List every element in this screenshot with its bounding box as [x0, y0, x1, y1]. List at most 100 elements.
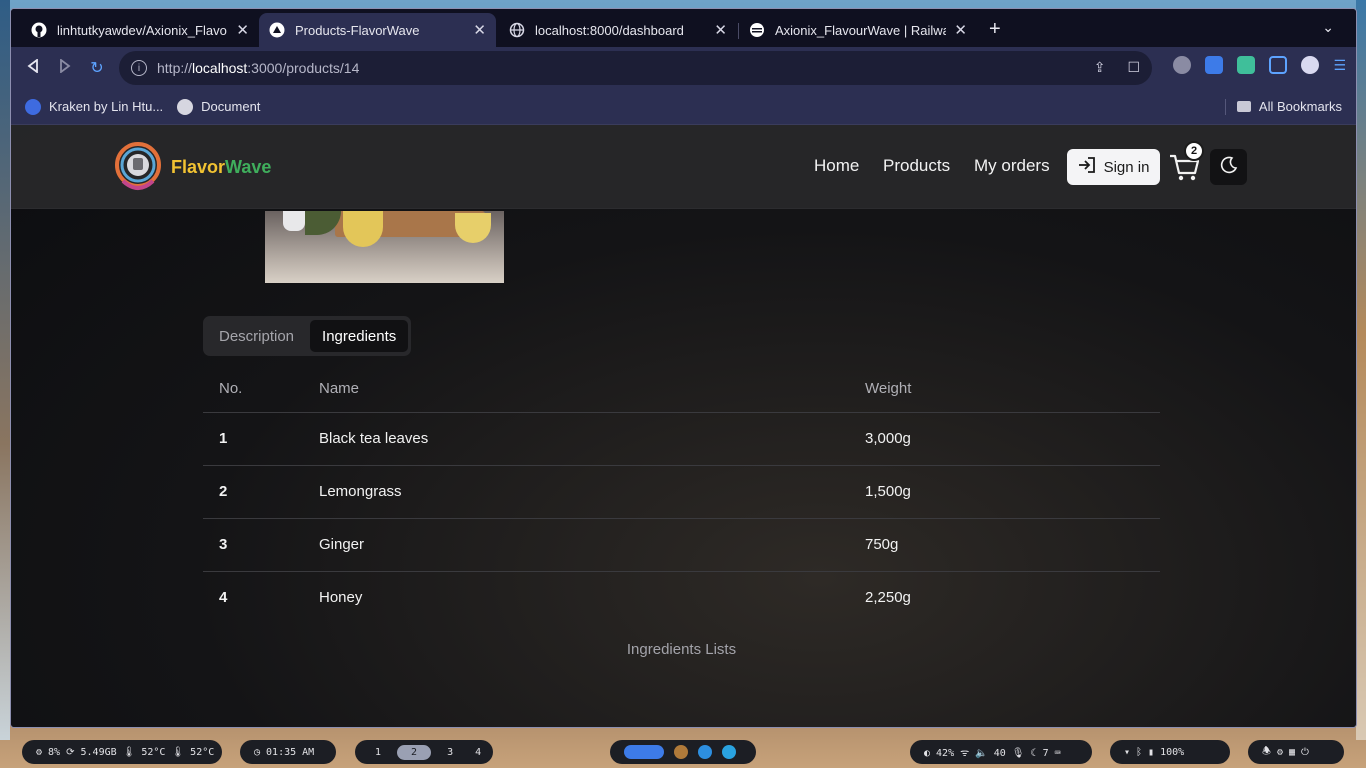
table-row: 2 Lemongrass 1,500g	[203, 465, 1160, 519]
row-weight: 750g	[849, 518, 1160, 572]
info-icon[interactable]: i	[131, 60, 147, 76]
row-weight: 2,250g	[865, 589, 911, 607]
telegram-icon[interactable]	[722, 745, 736, 759]
table-row: 4 Honey 2,250g	[203, 571, 1160, 624]
reload-icon[interactable]: ↻	[83, 58, 111, 78]
bookmark-label: Document	[201, 99, 261, 114]
table-header-row: No. Name Weight	[203, 365, 1160, 413]
all-bookmarks-button[interactable]: All Bookmarks	[1236, 99, 1342, 114]
close-icon[interactable]: ✕	[714, 21, 727, 39]
system-stats: ⚙ 8% ⟳ 5.49GB 🌡 52°C 🌡 52°C	[22, 740, 222, 764]
row-no: 3	[203, 518, 303, 572]
table-caption: Ingredients Lists	[626, 641, 737, 658]
chevron-down-icon[interactable]: ⌄	[1322, 19, 1334, 36]
row-no: 2	[203, 465, 303, 519]
workspace-3[interactable]: 3	[441, 747, 459, 758]
tab-products-flavorwave[interactable]: Products-FlavorWave ✕	[259, 13, 496, 47]
globe-icon	[509, 22, 525, 38]
row-name: Lemongrass	[303, 465, 849, 519]
nav-products[interactable]: Products	[883, 156, 950, 176]
tab-label: localhost:8000/dashboard	[535, 22, 684, 38]
windows-icon[interactable]: ▦	[1289, 747, 1295, 758]
vercel-icon	[269, 22, 285, 38]
row-weight: 1,500g	[849, 465, 1160, 519]
row-name: Honey	[319, 589, 363, 607]
row-no: 1	[203, 412, 303, 466]
tab-github[interactable]: linhtutkyawdev/Axionix_Flavo ✕	[21, 13, 259, 47]
github-icon	[31, 22, 47, 38]
settings-icon[interactable]: ⚙	[1277, 747, 1283, 758]
tab-dashboard[interactable]: localhost:8000/dashboard ✕	[499, 13, 737, 47]
flask-extension-icon[interactable]	[1237, 56, 1256, 74]
bookmark-kraken[interactable]: Kraken by Lin Htu...	[25, 98, 164, 115]
browser-window: linhtutkyawdev/Axionix_Flavo ✕ Products-…	[10, 8, 1357, 728]
workspace-switcher: 1 2 3 4	[355, 740, 493, 764]
row-name: Black tea leaves	[303, 412, 849, 466]
close-icon[interactable]: ✕	[473, 21, 486, 39]
share-icon[interactable]: ⇪	[1094, 59, 1106, 76]
tab-ingredients[interactable]: Ingredients	[310, 320, 409, 352]
profile-glasses-icon[interactable]	[1173, 56, 1192, 74]
status-indicators[interactable]: ◐ 42% ᯤ 🔈 40 🎙 ☾ 7 ⌨	[910, 740, 1092, 764]
ingredients-table: No. Name Weight 1 Black tea leaves 3,000…	[203, 365, 1160, 624]
flavorwave-logo[interactable]	[113, 139, 163, 195]
workspace-2[interactable]: 2	[397, 744, 432, 760]
session-controls: 🕭 ⚙ ▦ ⏻	[1248, 740, 1344, 764]
product-tabs: Description Ingredients	[203, 316, 411, 356]
bookmark-label: Kraken by Lin Htu...	[49, 99, 164, 114]
tab-strip: linhtutkyawdev/Axionix_Flavo ✕ Products-…	[11, 9, 1356, 47]
sign-in-button[interactable]: Sign in	[1067, 149, 1160, 185]
bookmarks-bar: Kraken by Lin Htu... Document All Bookma…	[11, 89, 1356, 125]
power-icon[interactable]: ⏻	[1301, 747, 1309, 758]
tab-railway[interactable]: Axionix_FlavourWave | Railwa ✕	[739, 13, 977, 47]
row-weight: 3,000g	[849, 412, 1160, 466]
nav-home[interactable]: Home	[814, 156, 859, 176]
workspace-4[interactable]: 4	[469, 747, 487, 758]
sign-in-icon	[1078, 157, 1096, 177]
tab-label: Products-FlavorWave	[295, 22, 420, 38]
tab-description[interactable]: Description	[207, 320, 306, 352]
bookmark-star-icon[interactable]: ☐	[1127, 59, 1140, 76]
tab-label: linhtutkyawdev/Axionix_Flavo	[57, 22, 227, 38]
menu-icon[interactable]: ☰	[1333, 57, 1346, 74]
new-tab-icon[interactable]: +	[989, 17, 1001, 41]
address-bar[interactable]: i http://localhost:3000/products/14 ⇪ ☐	[119, 51, 1152, 85]
sign-in-label: Sign in	[1103, 158, 1150, 176]
close-icon[interactable]: ✕	[236, 21, 249, 39]
extensions-area: ☰	[1173, 56, 1346, 74]
battery-status[interactable]: ▾ ᛒ ▮ 100%	[1110, 740, 1230, 764]
page-content: FlavorWave Home Products My orders Sign …	[11, 125, 1356, 727]
theme-toggle-button[interactable]	[1210, 149, 1247, 185]
product-image	[265, 211, 504, 283]
divider	[1225, 99, 1226, 115]
vscode-icon[interactable]	[698, 745, 712, 759]
header-no: No.	[203, 365, 303, 413]
moon-icon	[1220, 156, 1238, 179]
close-icon[interactable]: ✕	[954, 21, 967, 39]
railway-icon	[749, 22, 765, 38]
desktop-wallpaper-left	[0, 0, 10, 740]
notification-icon[interactable]: 🕭	[1262, 744, 1271, 761]
brand-name[interactable]: FlavorWave	[171, 157, 271, 178]
browser-toolbar: ↻ i http://localhost:3000/products/14 ⇪ …	[11, 47, 1356, 89]
table-row: 3 Ginger 750g	[203, 518, 1160, 572]
site-header: FlavorWave Home Products My orders Sign …	[11, 125, 1356, 209]
all-bookmarks-label: All Bookmarks	[1258, 99, 1342, 114]
workspace-1[interactable]: 1	[369, 747, 387, 758]
app-icon[interactable]	[674, 745, 688, 759]
clock[interactable]: ◷ 01:35 AM	[240, 740, 336, 764]
side-panel-icon[interactable]	[1269, 56, 1288, 74]
folder-icon	[1236, 101, 1251, 112]
nav-my-orders[interactable]: My orders	[974, 156, 1050, 176]
back-icon[interactable]	[19, 57, 47, 78]
row-no: 4	[219, 589, 228, 607]
bookmark-document[interactable]: Document	[177, 98, 261, 115]
globe-icon	[177, 98, 194, 115]
taskbar: ⚙ 8% ⟳ 5.49GB 🌡 52°C 🌡 52°C ◷ 01:35 AM 1…	[0, 738, 1366, 768]
tab-label: Axionix_FlavourWave | Railwa	[775, 22, 947, 38]
puzzle-extension-icon[interactable]	[1205, 56, 1224, 74]
app-dock	[610, 740, 756, 764]
chrome-icon[interactable]	[624, 745, 664, 759]
avatar[interactable]	[1301, 56, 1320, 74]
forward-icon[interactable]	[51, 57, 79, 78]
